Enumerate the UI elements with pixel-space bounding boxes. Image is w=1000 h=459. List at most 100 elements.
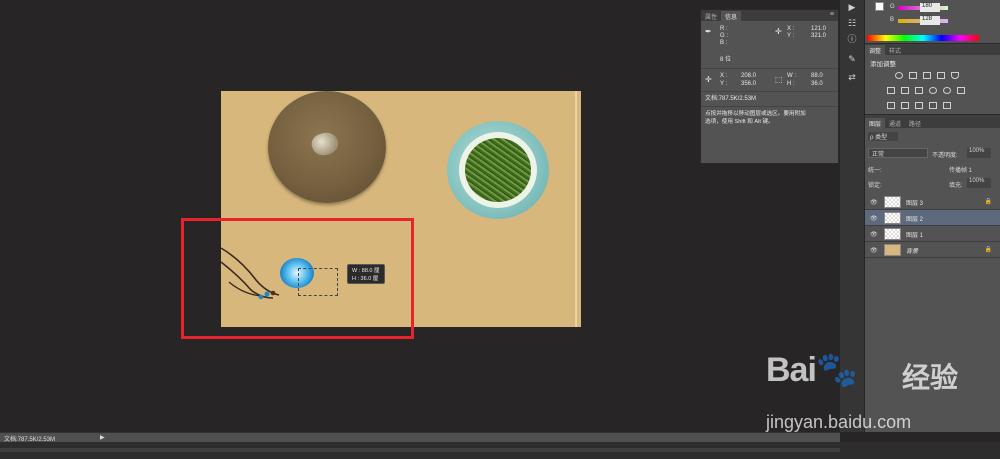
info-divider-2 (701, 91, 838, 92)
color-spectrum[interactable] (867, 35, 979, 41)
layer-row-2[interactable]: 👁 图层 2 (865, 210, 1000, 226)
pos-y-value: 356.0 (741, 81, 757, 87)
baidu-watermark: Bai🐾 经验 jingyan.baidu.com (766, 350, 1000, 440)
size-w-label: W : (787, 73, 796, 79)
vibrance-icon[interactable] (951, 72, 959, 79)
exposure-icon[interactable] (937, 72, 945, 79)
unify-label: 统一: (868, 168, 882, 174)
layer-thumbnail (884, 212, 901, 224)
layer-filter-select[interactable]: ρ 类型 (868, 132, 898, 141)
tab-layers[interactable]: 图层 (865, 118, 886, 128)
invert-icon[interactable] (887, 102, 895, 109)
pos-x-value: 208.0 (741, 73, 757, 79)
g-value[interactable]: 180 (920, 3, 940, 12)
panel-menu-icon[interactable]: ≡ (830, 11, 834, 18)
tab-paths[interactable]: 路径 (905, 118, 925, 128)
size-h-value: 36.0 (811, 81, 823, 87)
layer-name: 图层 3 (906, 201, 924, 207)
tab-properties[interactable]: 属性 (701, 11, 721, 21)
layer-row-1[interactable]: 👁 图层 1 (865, 226, 1000, 242)
info-panel: 属性 信息 ≡ ✒ R : G : B : ✛ X : 121.0 Y : 32… (700, 9, 839, 164)
crosshair-icon: ✛ (775, 27, 782, 36)
size-w-value: 88.0 (811, 73, 823, 79)
posterize-icon[interactable] (901, 102, 909, 109)
eyedropper-icon: ✒ (705, 27, 712, 36)
canvas-edge-line (575, 91, 577, 327)
tool-preset-icon[interactable]: ⇄ (846, 72, 858, 82)
gradient-map-icon[interactable] (929, 102, 937, 109)
watermark-url: jingyan.baidu.com (766, 412, 912, 432)
info-icon[interactable]: ⓘ (846, 34, 858, 44)
color-panel: G 180 B 128 (865, 0, 1000, 44)
pos-x-label: X : (720, 73, 728, 79)
channel-mixer-icon[interactable] (943, 87, 951, 94)
tab-styles[interactable]: 样式 (885, 45, 905, 55)
hue-icon[interactable] (887, 87, 895, 94)
lid-knob (309, 129, 341, 159)
play-icon[interactable]: ▶ (846, 2, 858, 12)
levels-icon[interactable] (909, 72, 917, 79)
tab-info[interactable]: 信息 (721, 11, 742, 21)
layer-name: 图层 2 (906, 217, 924, 223)
layer-row-background[interactable]: 👁 背景 🔒 (865, 242, 1000, 258)
position-icon: ✛ (705, 75, 712, 84)
opacity-input[interactable]: 100% (967, 148, 991, 158)
fill-label: 填充: (949, 183, 963, 189)
propagate-frame[interactable]: 传播帧 1 (949, 165, 972, 174)
layer-name: 背景 (906, 249, 919, 255)
adjustments-tabs: 调整 样式 (865, 45, 1000, 55)
visibility-eye-icon[interactable]: 👁 (870, 231, 878, 238)
info-r: R : (720, 26, 728, 32)
status-menu-arrow-icon[interactable]: ▶ (100, 434, 105, 441)
b-value[interactable]: 128 (920, 16, 940, 25)
cursor-x-label: X : (787, 26, 795, 32)
b-label: B (890, 17, 895, 23)
selective-color-icon[interactable] (943, 102, 951, 109)
jar-rim (459, 132, 537, 208)
curves-icon[interactable] (923, 72, 931, 79)
size-icon: ⬚ (775, 75, 783, 84)
info-divider (701, 68, 838, 69)
visibility-eye-icon[interactable]: 👁 (870, 199, 878, 206)
teapot-lid-image (268, 91, 386, 203)
watermark-title: 经验 (902, 362, 959, 393)
black-white-icon[interactable] (915, 87, 923, 94)
photo-filter-icon[interactable] (929, 87, 937, 94)
info-g: G : (720, 33, 729, 39)
info-divider-3 (701, 106, 838, 107)
foreground-swatch[interactable] (875, 2, 884, 11)
color-lookup-icon[interactable] (957, 87, 965, 94)
lock-icon: 🔒 (984, 199, 992, 205)
layer-name: 图层 1 (906, 233, 924, 239)
lock-label: 锁定: (868, 183, 882, 189)
opacity-label: 不透明度: (932, 153, 958, 159)
history-icon[interactable]: ☷ (846, 18, 858, 28)
blend-mode-select[interactable]: 正常 (868, 148, 928, 158)
adjustments-title: 添加调整 (870, 61, 896, 68)
tab-adjustments[interactable]: 调整 (865, 45, 886, 55)
cursor-x-value: 121.0 (811, 26, 827, 32)
hint-line-1: 点按并拖移以移动图层或选区。要用附加 (705, 111, 806, 117)
layer-thumbnail (884, 196, 901, 208)
watermark-logo: Bai🐾 (766, 351, 858, 389)
bit-depth: 8 位 (720, 57, 732, 63)
horizontal-scrollbar[interactable] (0, 448, 840, 452)
g-slider-row: G 180 (890, 3, 948, 12)
threshold-icon[interactable] (915, 102, 923, 109)
brightness-icon[interactable] (895, 72, 903, 79)
g-label: G (890, 4, 895, 10)
info-b: B : (720, 40, 728, 46)
layers-tabs: 图层 通道 路径 (865, 118, 1000, 128)
visibility-eye-icon[interactable]: 👁 (870, 247, 878, 254)
fill-input[interactable]: 100% (967, 178, 991, 188)
brush-icon[interactable]: ✎ (846, 54, 858, 64)
hint-line-2: 选项，使用 Shift 和 Alt 键。 (705, 119, 774, 125)
layer-row-3[interactable]: 👁 图层 3 🔒 (865, 194, 1000, 210)
color-balance-icon[interactable] (901, 87, 909, 94)
info-panel-tabs: 属性 信息 ≡ (701, 10, 838, 21)
doc-size-info: 文档:787.5K/2.53M (705, 96, 757, 102)
layer-thumbnail (884, 228, 901, 240)
tab-channels[interactable]: 通道 (885, 118, 905, 128)
tea-jar-image (447, 121, 549, 219)
visibility-eye-icon[interactable]: 👁 (870, 215, 878, 222)
